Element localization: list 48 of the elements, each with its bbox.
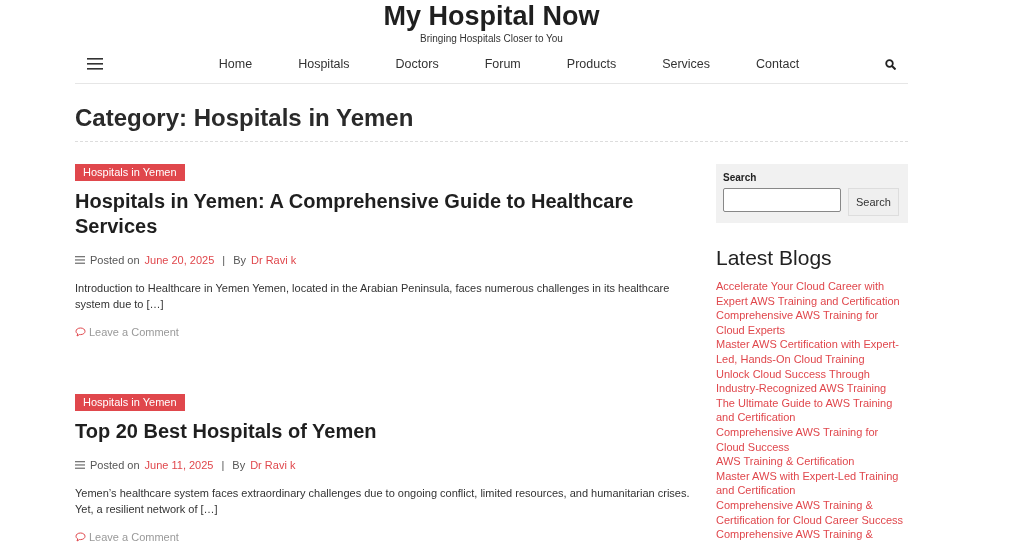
blog-link[interactable]: Comprehensive AWS Training & Certification for Cloud Career Success xyxy=(716,497,908,528)
menu-icon[interactable] xyxy=(87,58,103,70)
by-label: By xyxy=(233,254,246,266)
site-tagline: Bringing Hospitals Closer to You xyxy=(419,33,564,45)
posted-label: Posted on xyxy=(90,254,140,266)
site-title[interactable]: My Hospital Now xyxy=(383,2,600,30)
blog-link[interactable]: Comprehensive AWS Training for Cloud Experts xyxy=(716,308,908,338)
search-field[interactable] xyxy=(723,188,841,212)
speech-bubble-icon xyxy=(75,327,86,337)
meta-separator: | xyxy=(222,254,226,266)
list-icon xyxy=(75,461,85,469)
blog-link[interactable]: Master AWS Certification with Expert-Led, Hands-On Cloud Training xyxy=(716,337,908,367)
nav-link[interactable]: Doctors xyxy=(395,57,439,71)
list-icon xyxy=(75,256,85,264)
comment-link[interactable]: Leave a Comment xyxy=(89,326,179,338)
search-icon[interactable] xyxy=(885,58,896,70)
by-label: By xyxy=(232,459,246,471)
blog-link[interactable]: Unlock Cloud Success Through Industry-Recognized AWS Training xyxy=(716,366,908,396)
post-excerpt: Yemen’s healthcare system faces extraordinary challenges due to ongoing conflict, limited resources, and humanitarian crises. Yet, a resilient network of […] xyxy=(75,486,690,517)
meta-separator: | xyxy=(221,459,225,471)
blog-link[interactable]: Master AWS with Expert-Led Training and Certification xyxy=(716,468,908,498)
post-date[interactable]: June 20, 2025 xyxy=(144,254,215,266)
category-tag[interactable]: Hospitals in Yemen xyxy=(75,164,185,181)
comment-link[interactable]: Leave a Comment xyxy=(89,531,179,543)
blog-link[interactable]: Accelerate Your Cloud Career with Expert AWS Training and Certification xyxy=(716,279,908,309)
post-excerpt: Introduction to Healthcare in Yemen Yemen, located in the Arabian Peninsula, faces numerous challenges in its healthcare system due to […] xyxy=(75,281,671,312)
blog-link[interactable]: Comprehensive AWS Training for Cloud Success xyxy=(716,424,908,455)
post-title[interactable]: Hospitals in Yemen: A Comprehensive Guide to Healthcare Services xyxy=(75,189,690,239)
speech-bubble-icon xyxy=(75,532,86,542)
nav-link[interactable]: Forum xyxy=(484,57,521,71)
blog-link[interactable]: AWS Training & Certification xyxy=(716,454,908,469)
nav-link[interactable]: Hospitals xyxy=(298,57,350,71)
blog-link[interactable]: Comprehensive AWS Training & xyxy=(716,527,908,542)
search-label: Search xyxy=(723,172,758,183)
page-title: Category: Hospitals in Yemen xyxy=(75,84,908,142)
nav-link[interactable]: Home xyxy=(218,57,253,71)
nav-link[interactable]: Contact xyxy=(756,57,800,71)
nav-link[interactable]: Services xyxy=(662,57,711,71)
posted-label: Posted on xyxy=(90,459,140,471)
post-title[interactable]: Top 20 Best Hospitals of Yemen xyxy=(75,419,690,444)
blog-link[interactable]: The Ultimate Guide to AWS Training and Certification xyxy=(716,395,908,425)
author-link[interactable]: Dr Ravi k xyxy=(251,254,297,266)
post-date[interactable]: June 11, 2025 xyxy=(144,459,214,471)
nav-link[interactable]: Products xyxy=(566,57,617,71)
widget-title: Latest Blogs xyxy=(716,245,833,271)
category-tag[interactable]: Hospitals in Yemen xyxy=(75,394,185,411)
author-link[interactable]: Dr Ravi k xyxy=(250,459,296,471)
search-button[interactable]: Search xyxy=(848,188,899,216)
